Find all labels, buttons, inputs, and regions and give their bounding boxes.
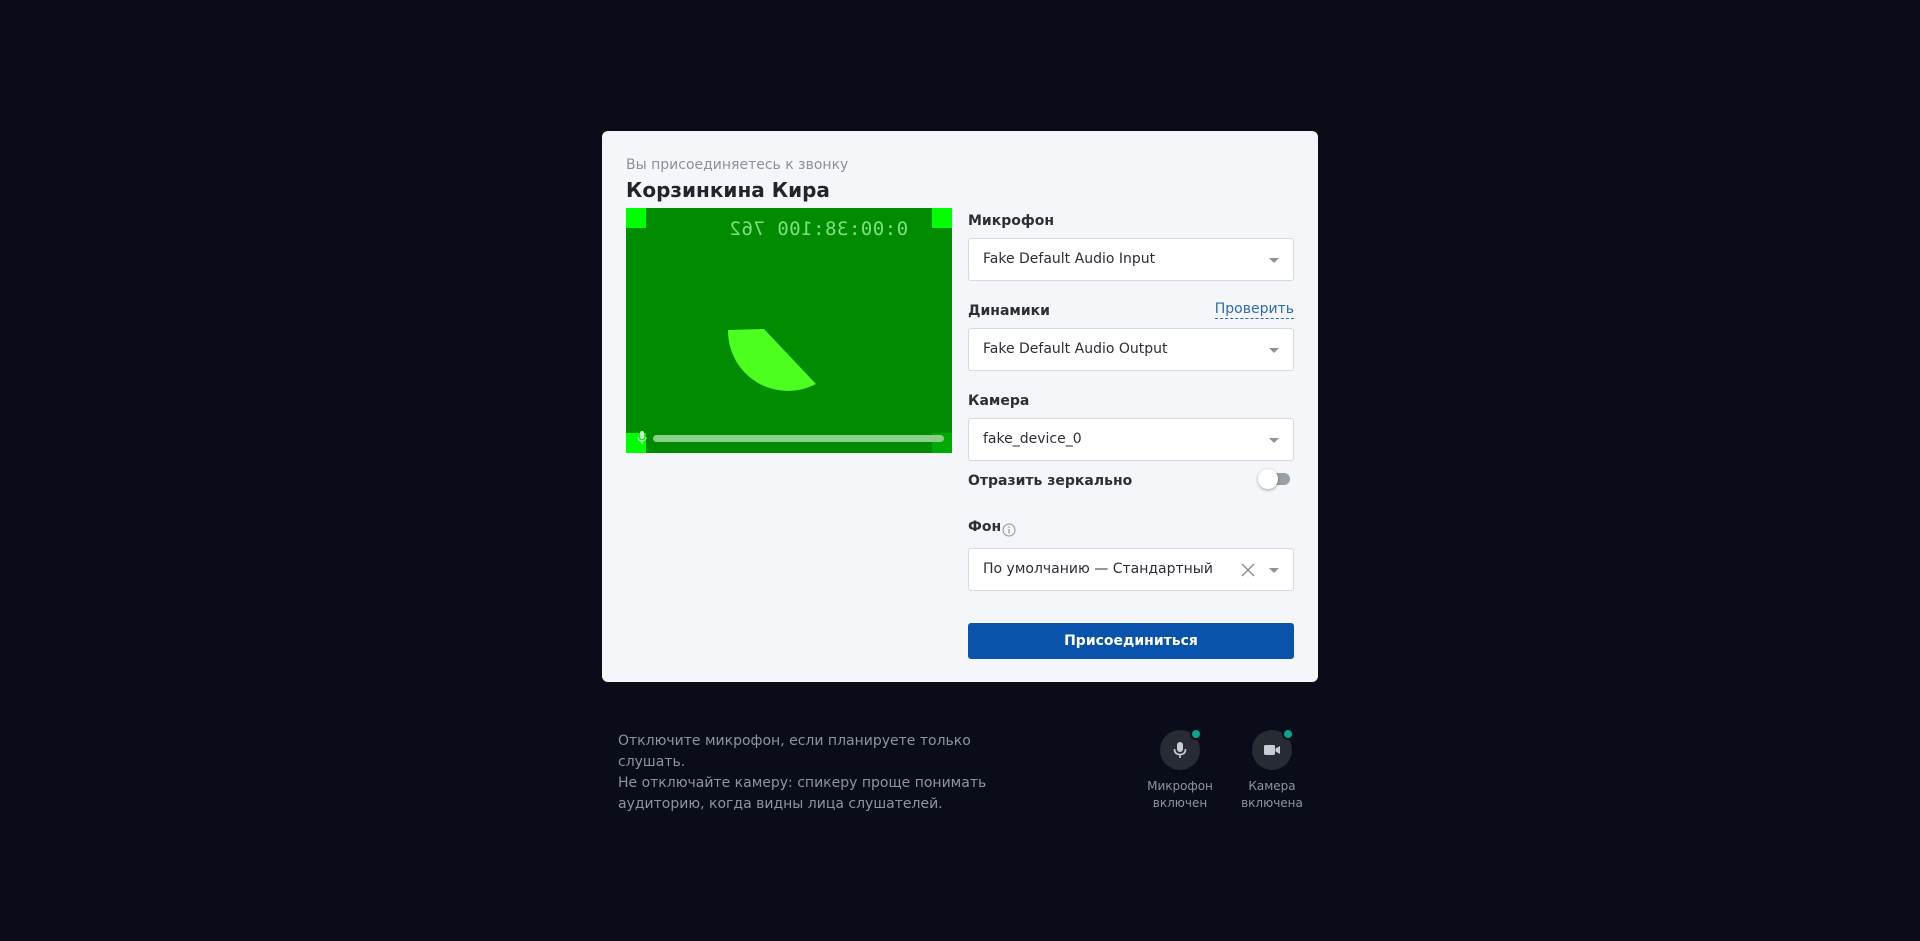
microphone-select-value: Fake Default Audio Input	[983, 251, 1156, 267]
mirror-label: Отразить зеркально	[968, 473, 1133, 489]
speakers-label: Динамики	[968, 303, 1050, 319]
hint-line: Не отключайте камеру: спикеру проще пони…	[618, 775, 987, 791]
mic-level-icon	[637, 431, 647, 444]
mic-control[interactable]: Микрофон включен	[1140, 728, 1220, 812]
hint-line: аудиторию, когда видны лица слушателей.	[618, 796, 943, 812]
caption-line: Камера	[1248, 779, 1296, 793]
status-on-indicator	[1190, 728, 1202, 740]
camera-control[interactable]: Камера включена	[1232, 728, 1312, 812]
chevron-down-icon	[1269, 568, 1279, 573]
camera-icon	[1264, 745, 1280, 755]
camera-label: Камера	[968, 393, 1030, 409]
microphone-icon	[1173, 742, 1187, 758]
mic-control-caption: Микрофон включен	[1140, 778, 1220, 812]
status-on-indicator	[1282, 728, 1294, 740]
info-icon[interactable]	[1002, 523, 1016, 537]
caption-line: включена	[1241, 796, 1303, 810]
join-call-dialog: Вы присоединяетесь к звонку Корзинкина К…	[602, 131, 1318, 682]
test-pattern-shape	[727, 329, 816, 391]
camera-select[interactable]: fake_device_0	[968, 418, 1294, 461]
camera-preview: 0:00:38:100 762	[626, 208, 952, 453]
chevron-down-icon	[1269, 348, 1279, 353]
user-name: Корзинкина Кира	[626, 178, 830, 202]
microphone-select[interactable]: Fake Default Audio Input	[968, 238, 1294, 281]
hint-text: Отключите микрофон, если планируете толь…	[618, 731, 1038, 815]
hint-line: Отключите микрофон, если планируете толь…	[618, 733, 971, 770]
camera-toggle-button[interactable]	[1252, 728, 1294, 770]
background-select-value: По умолчанию — Стандартный	[983, 561, 1213, 577]
caption-line: Микрофон	[1147, 779, 1213, 793]
caption-line: включен	[1152, 796, 1208, 810]
test-speakers-link[interactable]: Проверить	[1214, 300, 1294, 319]
background-label: Фон	[968, 519, 1002, 535]
clear-icon[interactable]	[1239, 561, 1257, 579]
chevron-down-icon	[1269, 438, 1279, 443]
speakers-select[interactable]: Fake Default Audio Output	[968, 328, 1294, 371]
toggle-knob	[1258, 469, 1278, 489]
mirror-toggle[interactable]	[1258, 469, 1290, 489]
join-button[interactable]: Присоединиться	[968, 623, 1294, 659]
camera-select-value: fake_device_0	[983, 431, 1082, 447]
chevron-down-icon	[1269, 258, 1279, 263]
mic-toggle-button[interactable]	[1160, 728, 1202, 770]
microphone-label: Микрофон	[968, 213, 1055, 229]
background-select[interactable]: По умолчанию — Стандартный	[968, 548, 1294, 591]
speakers-select-value: Fake Default Audio Output	[983, 341, 1168, 357]
camera-control-caption: Камера включена	[1232, 778, 1312, 812]
dialog-subtitle: Вы присоединяетесь к звонку	[626, 157, 849, 173]
mic-level-bar	[653, 435, 944, 442]
